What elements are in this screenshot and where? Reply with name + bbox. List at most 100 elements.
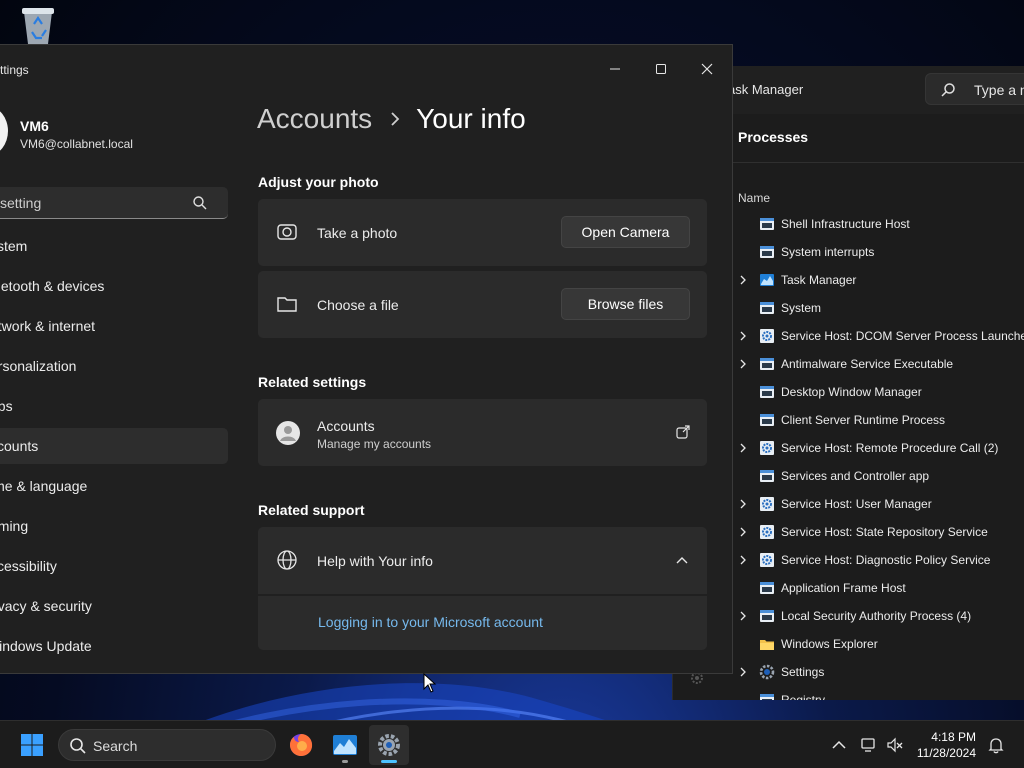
sidebar-item-6[interactable]: ime & language xyxy=(0,468,228,504)
chevron-right-icon[interactable] xyxy=(737,442,749,454)
sidebar-item-5[interactable]: ccounts xyxy=(0,428,228,464)
taskbar-search[interactable]: Search xyxy=(58,729,276,761)
volume-muted-icon[interactable] xyxy=(886,736,904,754)
taskbar-task-manager[interactable] xyxy=(325,725,365,765)
notification-bell-icon[interactable] xyxy=(987,736,1005,754)
chevron-right-icon[interactable] xyxy=(737,358,749,370)
page-title: Your info xyxy=(416,103,526,134)
process-name: Local Security Authority Process (4) xyxy=(781,609,972,623)
process-row[interactable]: Registry xyxy=(729,686,1024,700)
process-row[interactable]: Desktop Window Manager xyxy=(729,378,1024,406)
settings-nav: ystem luetooth & devices etwork & internet… xyxy=(0,228,228,668)
sidebar-item-label: aming xyxy=(0,518,29,534)
breadcrumb-accounts[interactable]: Accounts xyxy=(257,103,372,135)
maximize-button[interactable] xyxy=(638,53,684,85)
folder-icon xyxy=(760,640,774,650)
accounts-link-subtitle: Manage my accounts xyxy=(317,437,432,451)
sidebar-item-label: ystem xyxy=(0,238,28,254)
sidebar-item-2[interactable]: etwork & internet xyxy=(0,308,228,344)
process-row[interactable]: Service Host: User Manager xyxy=(729,490,1024,518)
process-list: Shell Infrastructure Host System interrup… xyxy=(729,210,1024,700)
related-settings-heading: Related settings xyxy=(258,374,367,390)
take-photo-card: Take a photo Open Camera xyxy=(258,199,707,266)
process-name: Settings xyxy=(781,665,825,679)
system-clock[interactable]: 4:18 PM 11/28/2024 xyxy=(912,729,976,761)
search-icon[interactable] xyxy=(192,195,208,211)
process-name: Service Host: User Manager xyxy=(781,497,932,511)
minimize-button[interactable] xyxy=(592,53,638,85)
process-row[interactable]: Settings xyxy=(729,658,1024,686)
taskbar: Search 4:18 PM 11/28/2024 xyxy=(0,720,1024,768)
chevron-right-icon[interactable] xyxy=(737,330,749,342)
chevron-right-icon[interactable] xyxy=(737,274,749,286)
process-row[interactable]: System xyxy=(729,294,1024,322)
help-your-info-title: Help with Your info xyxy=(317,553,433,569)
chevron-right-icon[interactable] xyxy=(737,666,749,678)
process-row[interactable]: Application Frame Host xyxy=(729,574,1024,602)
sidebar-item-10[interactable]: Vindows Update xyxy=(0,628,228,664)
process-row[interactable]: Local Security Authority Process (4) xyxy=(729,602,1024,630)
sidebar-item-1[interactable]: luetooth & devices xyxy=(0,268,228,304)
close-button[interactable] xyxy=(684,53,730,85)
chevron-right-icon[interactable] xyxy=(737,526,749,538)
process-name: System xyxy=(781,301,822,315)
folder-icon xyxy=(277,297,297,312)
process-row[interactable]: Services and Controller app xyxy=(729,462,1024,490)
sidebar-item-4[interactable]: pps xyxy=(0,388,228,424)
process-name: Services and Controller app xyxy=(781,469,930,483)
taskbar-search-label: Search xyxy=(93,738,138,754)
sidebar-item-9[interactable]: rivacy & security xyxy=(0,588,228,624)
sidebar-item-label: luetooth & devices xyxy=(0,278,105,294)
column-header-name[interactable]: Name xyxy=(738,191,770,205)
network-icon[interactable] xyxy=(860,736,878,754)
sidebar-item-label: rivacy & security xyxy=(0,598,92,614)
chevron-right-icon[interactable] xyxy=(737,554,749,566)
process-row[interactable]: Client Server Runtime Process xyxy=(729,406,1024,434)
chevron-up-icon[interactable] xyxy=(676,555,688,565)
process-row[interactable]: Service Host: Remote Procedure Call (2) xyxy=(729,434,1024,462)
avatar[interactable] xyxy=(0,107,8,155)
sidebar-item-3[interactable]: ersonalization xyxy=(0,348,228,384)
help-your-info-expander[interactable]: Help with Your info xyxy=(258,527,707,594)
sidebar-item-7[interactable]: aming xyxy=(0,508,228,544)
settings-search-input[interactable]: setting xyxy=(0,187,228,219)
window-icon xyxy=(760,246,774,258)
task-manager-search-input[interactable]: Type a n xyxy=(925,73,1024,105)
taskbar-settings[interactable] xyxy=(369,725,409,765)
take-photo-label: Take a photo xyxy=(317,225,398,241)
windows-start-icon[interactable] xyxy=(20,733,44,757)
process-row[interactable]: Antimalware Service Executable xyxy=(729,350,1024,378)
process-row[interactable]: Service Host: Diagnostic Policy Service xyxy=(729,546,1024,574)
running-indicator xyxy=(342,760,348,763)
process-name: System interrupts xyxy=(781,245,875,259)
process-row[interactable]: Windows Explorer xyxy=(729,630,1024,658)
search-icon xyxy=(941,83,955,97)
accounts-link-card[interactable]: Accounts Manage my accounts xyxy=(258,399,707,466)
process-row[interactable]: Service Host: State Repository Service xyxy=(729,518,1024,546)
chevron-right-icon[interactable] xyxy=(737,610,749,622)
process-name: Application Frame Host xyxy=(781,581,906,595)
sidebar-item-8[interactable]: ccessibility xyxy=(0,548,228,584)
process-row[interactable]: Task Manager xyxy=(729,266,1024,294)
open-camera-button[interactable]: Open Camera xyxy=(561,216,690,248)
process-row[interactable]: Shell Infrastructure Host xyxy=(729,210,1024,238)
window-icon xyxy=(760,302,774,314)
taskbar-firefox[interactable] xyxy=(281,725,321,765)
external-link-icon xyxy=(676,425,690,439)
recycle-bin-icon[interactable] xyxy=(20,6,56,44)
maximize-icon xyxy=(656,64,666,74)
user-name: VM6 xyxy=(20,118,49,134)
breadcrumb: Accounts Your info xyxy=(257,103,526,135)
sidebar-item-label: ersonalization xyxy=(0,358,77,374)
sidebar-item-0[interactable]: ystem xyxy=(0,228,228,264)
process-row[interactable]: Service Host: DCOM Server Process Launch… xyxy=(729,322,1024,350)
process-row[interactable]: System interrupts xyxy=(729,238,1024,266)
task-manager-icon xyxy=(760,274,774,286)
microsoft-account-login-link[interactable]: Logging in to your Microsoft account xyxy=(318,614,543,630)
chevron-up-icon[interactable] xyxy=(830,736,848,754)
chevron-right-icon[interactable] xyxy=(737,498,749,510)
clock-time: 4:18 PM xyxy=(931,730,976,744)
process-name: Antimalware Service Executable xyxy=(781,357,954,371)
window-icon xyxy=(760,582,774,594)
browse-files-button[interactable]: Browse files xyxy=(561,288,690,320)
